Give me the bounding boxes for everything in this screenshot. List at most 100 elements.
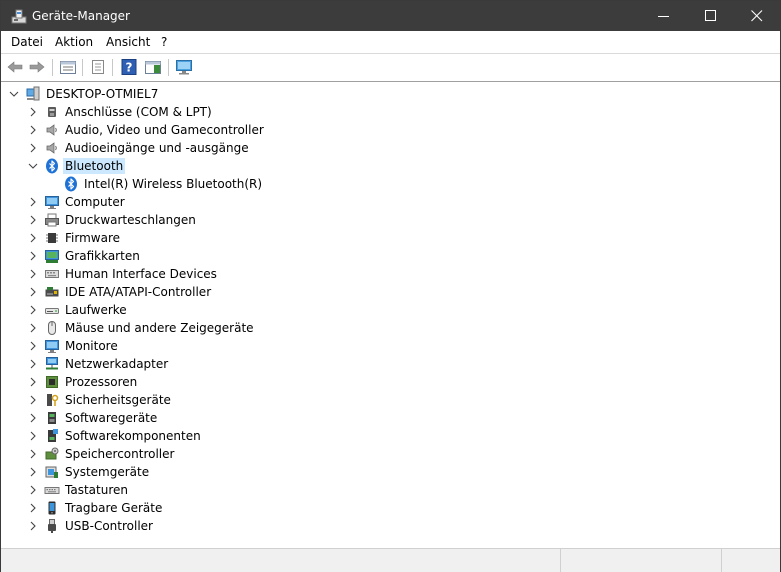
tree-node-label: Softwarekomponenten xyxy=(65,429,201,443)
menu-datei[interactable]: Datei xyxy=(11,35,43,50)
tree-node-label: Audioeingänge und -ausgänge xyxy=(65,141,249,155)
software-component-icon xyxy=(48,429,58,442)
tree-category-item[interactable]: Tastaturen xyxy=(1,481,780,499)
tree-expander[interactable] xyxy=(27,124,39,136)
tree-category-item[interactable]: Monitore xyxy=(1,337,780,355)
chip-icon xyxy=(46,233,58,243)
tree-node-icon xyxy=(44,392,60,408)
back-button[interactable] xyxy=(5,58,25,76)
tree-node-label: Firmware xyxy=(65,231,120,245)
tree-category-item[interactable]: Prozessoren xyxy=(1,373,780,391)
tree-expander[interactable] xyxy=(27,142,39,154)
tree-expander[interactable] xyxy=(27,250,39,262)
tree-expander[interactable] xyxy=(27,268,39,280)
tree-expander[interactable] xyxy=(8,88,20,100)
chevron-right-icon xyxy=(30,521,36,531)
tree-expander[interactable] xyxy=(27,304,39,316)
tree-node-label: Tastaturen xyxy=(65,483,128,497)
tree-category-item[interactable]: Audio, Video und Gamecontroller xyxy=(1,121,780,139)
tree-category-item[interactable]: IDE ATA/ATAPI-Controller xyxy=(1,283,780,301)
tree-expander[interactable] xyxy=(27,286,39,298)
console-tree-button[interactable] xyxy=(58,58,78,76)
tree-expander[interactable] xyxy=(27,448,39,460)
tree-expander[interactable] xyxy=(27,340,39,352)
chevron-right-icon xyxy=(30,143,36,153)
tree-category-item[interactable]: USB-Controller xyxy=(1,517,780,535)
tree-node-icon xyxy=(44,500,60,516)
printer-icon xyxy=(45,213,59,227)
close-button[interactable] xyxy=(734,1,780,31)
svg-text:?: ? xyxy=(126,61,133,75)
action-pane-button[interactable] xyxy=(143,58,163,76)
tree-expander[interactable] xyxy=(27,502,39,514)
close-icon xyxy=(751,10,763,22)
tree-category-item[interactable]: Bluetooth xyxy=(1,157,780,175)
chevron-right-icon xyxy=(30,395,36,405)
chevron-right-icon xyxy=(30,107,36,117)
tree-category-item[interactable]: Softwarekomponenten xyxy=(1,427,780,445)
tree-expander[interactable] xyxy=(27,322,39,334)
tree-expander[interactable] xyxy=(27,214,39,226)
tree-expander[interactable] xyxy=(27,106,39,118)
chevron-right-icon xyxy=(30,125,36,135)
device-tree[interactable]: DESKTOP-OTMIEL7 Anschlüsse (COM & LPT) Aud… xyxy=(1,82,780,548)
tree-expander[interactable] xyxy=(27,394,39,406)
scan-hardware-button[interactable] xyxy=(174,58,194,76)
tree-node-icon xyxy=(44,212,60,228)
tree-category-item[interactable]: Grafikkarten xyxy=(1,247,780,265)
tree-category-item[interactable]: Mäuse und andere Zeigegeräte xyxy=(1,319,780,337)
tree-category-item[interactable]: Audioeingänge und -ausgänge xyxy=(1,139,780,157)
tree-expander[interactable] xyxy=(27,232,39,244)
menu-aktion[interactable]: Aktion xyxy=(55,35,93,50)
tree-category-item[interactable]: Anschlüsse (COM & LPT) xyxy=(1,103,780,121)
tree-node-label: Bluetooth xyxy=(63,158,126,174)
tree-category-item[interactable]: Druckwarteschlangen xyxy=(1,211,780,229)
status-bar xyxy=(1,548,780,572)
tree-category-item[interactable]: Speichercontroller xyxy=(1,445,780,463)
hid-icon xyxy=(45,270,59,278)
tree-expander[interactable] xyxy=(27,484,39,496)
tree-category-item[interactable]: Systemgeräte xyxy=(1,463,780,481)
minimize-button[interactable] xyxy=(641,1,687,31)
tree-node-label: Monitore xyxy=(65,339,118,353)
tree-device-item[interactable]: Intel(R) Wireless Bluetooth(R) xyxy=(1,175,780,193)
tree-node-icon xyxy=(44,248,60,264)
tree-node-icon xyxy=(44,518,60,534)
menu-ansicht[interactable]: Ansicht xyxy=(106,35,150,50)
properties-button[interactable] xyxy=(88,58,108,76)
tree-category-item[interactable]: Laufwerke xyxy=(1,301,780,319)
keyboard-icon xyxy=(44,487,60,494)
tree-node-icon xyxy=(44,266,60,282)
tree-category-item[interactable]: Human Interface Devices xyxy=(1,265,780,283)
drive-icon xyxy=(45,308,59,314)
tree-node-label: DESKTOP-OTMIEL7 xyxy=(46,87,159,101)
tree-root-computer[interactable]: DESKTOP-OTMIEL7 xyxy=(1,85,780,103)
tree-expander[interactable] xyxy=(27,430,39,442)
tree-expander[interactable] xyxy=(27,376,39,388)
menu-help[interactable]: ? xyxy=(161,35,167,50)
network-icon xyxy=(46,357,58,370)
forward-button[interactable] xyxy=(27,58,47,76)
tree-category-item[interactable]: Softwaregeräte xyxy=(1,409,780,427)
monitor-icon xyxy=(45,340,59,353)
tree-expander[interactable] xyxy=(27,520,39,532)
tree-category-item[interactable]: Firmware xyxy=(1,229,780,247)
tree-category-item[interactable]: Netzwerkadapter xyxy=(1,355,780,373)
tree-expander[interactable] xyxy=(27,160,39,172)
system-device-icon xyxy=(45,466,58,478)
tree-category-item[interactable]: Sicherheitsgeräte xyxy=(1,391,780,409)
tree-expander[interactable] xyxy=(27,196,39,208)
tree-expander[interactable] xyxy=(27,358,39,370)
tree-category-item[interactable]: Computer xyxy=(1,193,780,211)
tree-expander[interactable] xyxy=(27,466,39,478)
forward-arrow-icon xyxy=(29,61,45,73)
tree-category-item[interactable]: Tragbare Geräte xyxy=(1,499,780,517)
maximize-button[interactable] xyxy=(688,1,734,31)
bluetooth-icon xyxy=(46,158,58,174)
tree-node-icon xyxy=(44,482,60,498)
tree-node-icon xyxy=(44,194,60,210)
help-button[interactable]: ? xyxy=(119,58,139,76)
title-bar[interactable]: Geräte-Manager xyxy=(1,1,780,31)
tree-node-label: Laufwerke xyxy=(65,303,127,317)
tree-expander[interactable] xyxy=(27,412,39,424)
